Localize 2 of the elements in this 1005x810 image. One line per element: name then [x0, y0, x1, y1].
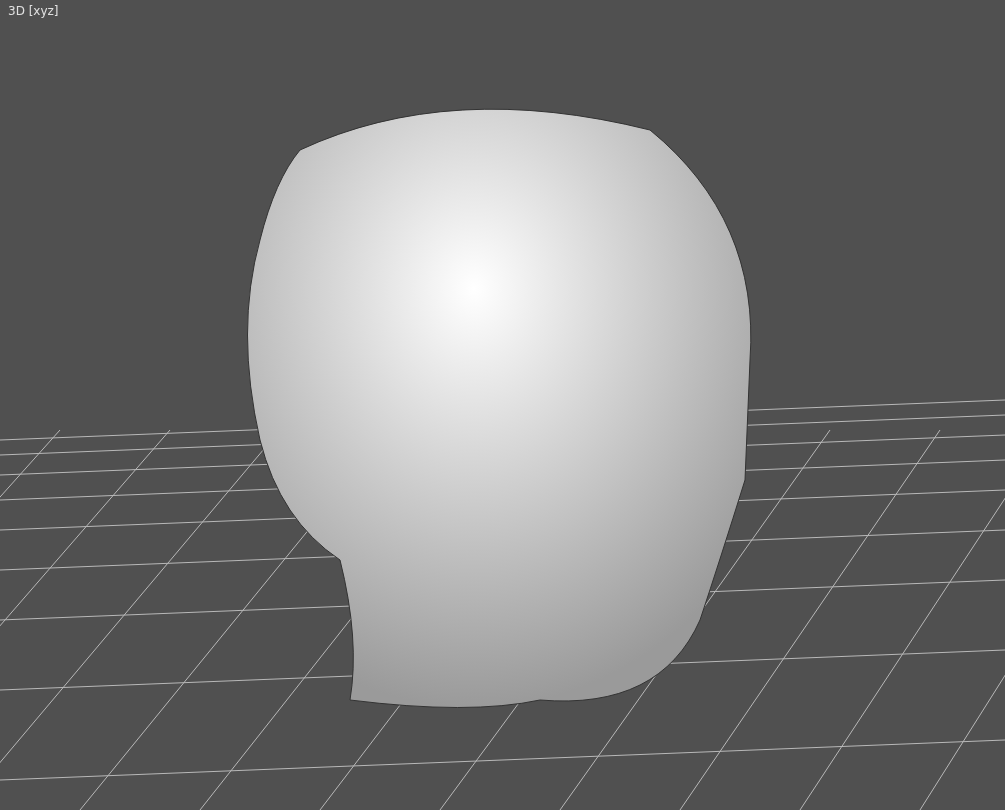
- viewport-label: 3D [xyz]: [8, 4, 59, 18]
- viewport[interactable]: 3D [xyz]: [0, 0, 1005, 810]
